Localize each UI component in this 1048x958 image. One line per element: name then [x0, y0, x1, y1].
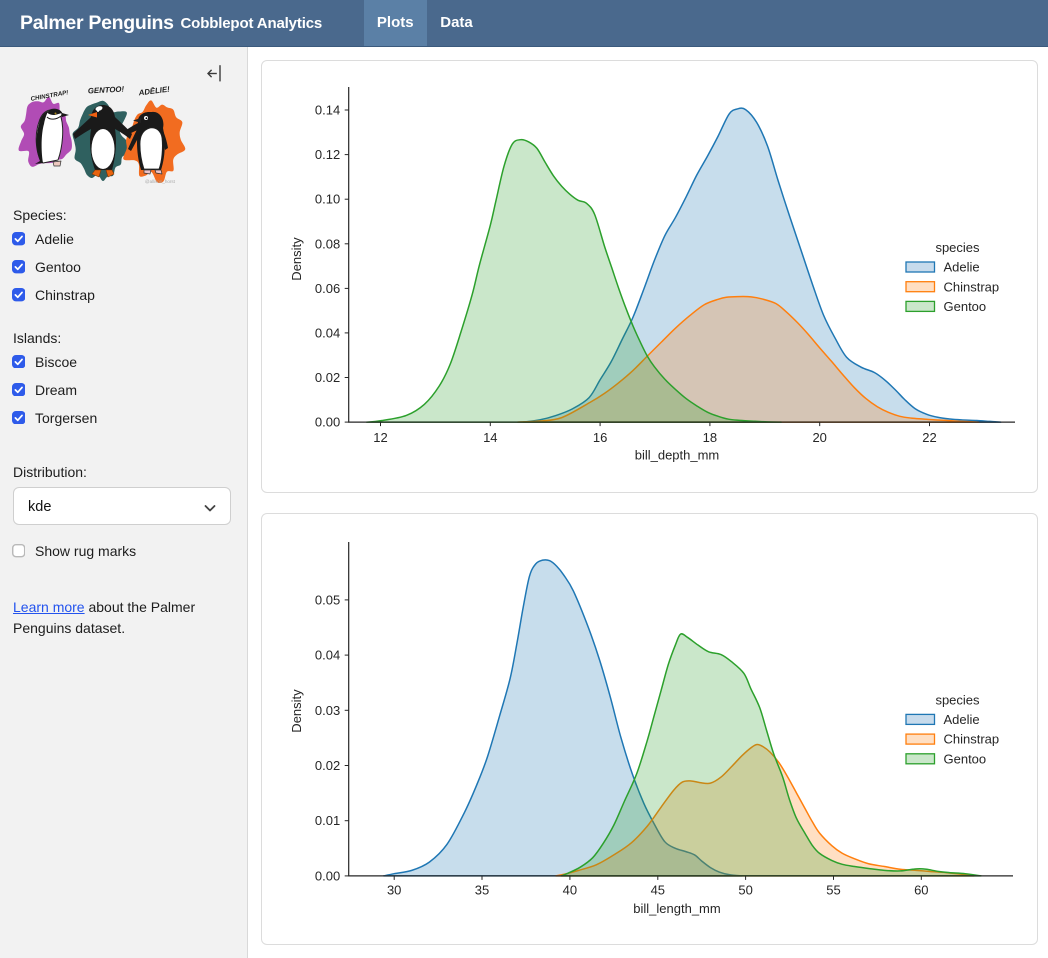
- svg-text:ADĒLIE!: ADĒLIE!: [137, 85, 170, 98]
- svg-text:@allison_horst: @allison_horst: [145, 179, 176, 184]
- svg-text:GENTOO!: GENTOO!: [88, 85, 125, 96]
